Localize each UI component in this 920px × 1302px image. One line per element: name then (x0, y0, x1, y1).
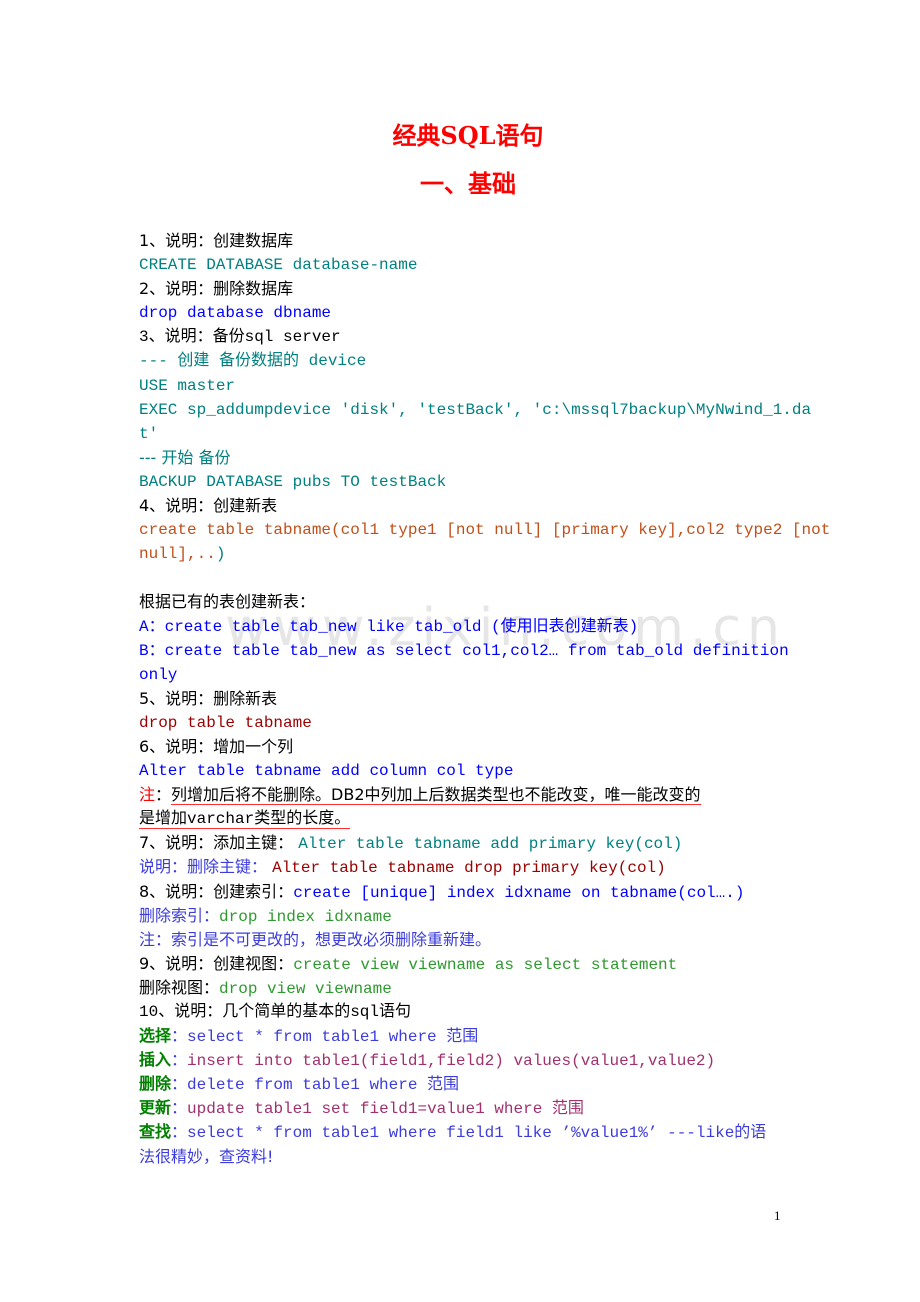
text-line: 根据已有的表创建新表： (139, 590, 789, 614)
text-line: B：create table tab_new as select col1,co… (139, 639, 789, 663)
text-segment: drop view viewname (219, 979, 392, 998)
text-segment: 是增加varchar类型的长度。 (139, 810, 351, 830)
text-segment: 删除视图： (139, 977, 220, 997)
text-segment: 1、说明：创建数据库 (139, 231, 294, 250)
text-line: 7、说明：添加主键： Alter table tabname add prima… (139, 831, 789, 855)
text-segment: --- 创建 备份数据的 device (139, 352, 367, 371)
text-segment: null],.. (139, 545, 216, 564)
text-line: 选择：select * from table1 where 范围 (139, 1024, 789, 1048)
document-title: 经典SQL语句 (392, 121, 544, 150)
text-segment: create view viewname as select statement (293, 955, 678, 974)
text-line: 更新：update table1 set field1=value1 where… (139, 1096, 789, 1120)
text-line: A：create table tab_new like tab_old (使用旧… (139, 615, 789, 639)
document-body: 1、说明：创建数据库 CREATE DATABASE database-name 2… (139, 229, 830, 1169)
text-line: BACKUP DATABASE pubs TO testBack (139, 470, 789, 494)
text-segment: 3、说明：备份sql server (139, 328, 341, 347)
text-segment: update table1 set field1=value1 where 范围 (187, 1100, 584, 1119)
text-segment: ：delete from table1 where 范围 (171, 1076, 460, 1095)
text-line: drop database dbname (139, 301, 789, 325)
text-segment: ) (215, 545, 226, 564)
text-segment: create table tabname(col1 type1 [not nul… (139, 521, 831, 540)
text-segment: ： (171, 1050, 188, 1070)
text-segment: EXEC sp_addumpdevice 'disk', 'testBack',… (139, 400, 812, 419)
text-line: USE master (139, 374, 789, 398)
text-line: 说明：删除主键： Alter table tabname drop primar… (139, 855, 789, 879)
text-segment: 删除 (139, 1074, 172, 1094)
document-page: www.zixin.com.cn 经典SQL语句 一、基础 1、说明：创建数据库… (0, 0, 920, 1302)
text-line: 10、说明：几个简单的基本的sql语句 (139, 1000, 789, 1024)
text-segment: only (139, 665, 178, 684)
text-segment: 4、说明：创建新表 (139, 496, 278, 516)
text-segment: CREATE DATABASE database-name (139, 256, 418, 275)
text-segment: drop index idxname (219, 907, 392, 926)
text-segment: 法很精妙，查资料! (139, 1146, 274, 1166)
text-line: 8、说明：创建索引：create [unique] index idxname … (139, 880, 789, 904)
text-segment: ：select * from table1 where field1 like … (171, 1124, 767, 1143)
text-line: Alter table tabname add column col type (139, 759, 789, 783)
text-segment: 9、说明：创建视图： (139, 953, 294, 973)
text-line: 注：索引是不可更改的，想更改必须删除重新建。 (139, 928, 789, 952)
text-line: 2、说明：删除数据库 (139, 277, 789, 301)
page-number: 1 (774, 1208, 781, 1223)
text-segment: 5、说明：删除新表 (139, 688, 278, 708)
text-segment: 注 (139, 785, 156, 805)
text-line: 删除索引：drop index idxname (139, 904, 789, 928)
text-segment: create [unique] index idxname on tabname… (293, 883, 745, 902)
text-line: 是增加varchar类型的长度。 (139, 807, 789, 831)
text-segment: B：create table tab_new as select col1,co… (139, 641, 789, 660)
text-segment: t' (139, 424, 159, 443)
text-segment: Alter table tabname add column col type (139, 762, 514, 781)
section-heading: 一、基础 (420, 169, 516, 198)
text-line: create table tabname(col1 type1 [not nul… (139, 518, 830, 542)
text-segment: USE master (139, 376, 236, 395)
text-segment: 说明：删除主键： (139, 857, 273, 877)
text-line: drop table tabname (139, 711, 789, 735)
text-segment: 插入 (139, 1050, 172, 1070)
text-segment: 查找 (139, 1122, 172, 1142)
text-line: EXEC sp_addumpdevice 'disk', 'testBack',… (139, 398, 811, 422)
text-segment: A：create table tab_new like tab_old (使用旧… (139, 617, 639, 636)
text-segment: insert into table1(field1,field2) values… (187, 1052, 716, 1071)
text-line: 删除视图：drop view viewname (139, 976, 789, 1000)
text-line: CREATE DATABASE database-name (139, 253, 789, 277)
text-line: 1、说明：创建数据库 (139, 229, 789, 253)
text-line: 删除：delete from table1 where 范围 (139, 1072, 789, 1096)
text-segment: Alter table tabname drop primary key(col… (272, 859, 666, 878)
text-line: 插入：insert into table1(field1,field2) val… (139, 1048, 789, 1072)
text-segment: 列增加后将不能删除。DB2中列加上后数据类型也不能改变，唯一能改变的 (171, 785, 701, 806)
text-segment: 选择 (139, 1026, 172, 1046)
text-line: 3、说明：备份sql server (139, 325, 789, 349)
text-line: null],..) (139, 542, 789, 566)
text-segment: 2、说明：删除数据库 (139, 279, 294, 299)
text-segment: 删除索引： (139, 905, 220, 925)
text-segment: Alter table tabname add primary key(col) (298, 835, 683, 854)
text-segment: 6、说明：增加一个列 (139, 736, 294, 756)
text-segment: 根据已有的表创建新表： (139, 592, 316, 612)
text-line: --- 创建 备份数据的 device (139, 349, 789, 373)
text-segment: ： (155, 785, 172, 805)
text-line: 法很精妙，查资料! (139, 1145, 789, 1169)
text-segment: drop database dbname (139, 304, 332, 323)
text-line: 查找：select * from table1 where field1 lik… (139, 1120, 789, 1144)
text-segment: ： (171, 1098, 188, 1118)
text-line: 9、说明：创建视图：create view viewname as select… (139, 952, 789, 976)
text-segment: drop table tabname (139, 713, 312, 732)
text-line: t' (139, 422, 789, 446)
text-segment: 8、说明：创建索引： (139, 881, 294, 901)
text-line: --- 开始 备份 (139, 446, 789, 470)
text-segment: BACKUP DATABASE pubs TO testBack (139, 472, 447, 491)
text-segment: --- 开始 备份 (139, 447, 231, 467)
text-line: 6、说明：增加一个列 (139, 735, 789, 759)
text-segment: ：select * from table1 where 范围 (171, 1028, 479, 1047)
text-segment: 7、说明：添加主键： (139, 833, 299, 853)
text-line: 4、说明：创建新表 (139, 494, 789, 518)
text-line: only (139, 663, 789, 687)
text-segment: 注：索引是不可更改的，想更改必须删除重新建。 (139, 929, 492, 949)
text-line: 注：列增加后将不能删除。DB2中列加上后数据类型也不能改变，唯一能改变的 (139, 783, 789, 807)
text-line: 5、说明：删除新表 (139, 687, 789, 711)
text-segment: 10、说明：几个简单的基本的sql语句 (139, 1003, 412, 1021)
text-segment: 更新 (139, 1098, 172, 1118)
